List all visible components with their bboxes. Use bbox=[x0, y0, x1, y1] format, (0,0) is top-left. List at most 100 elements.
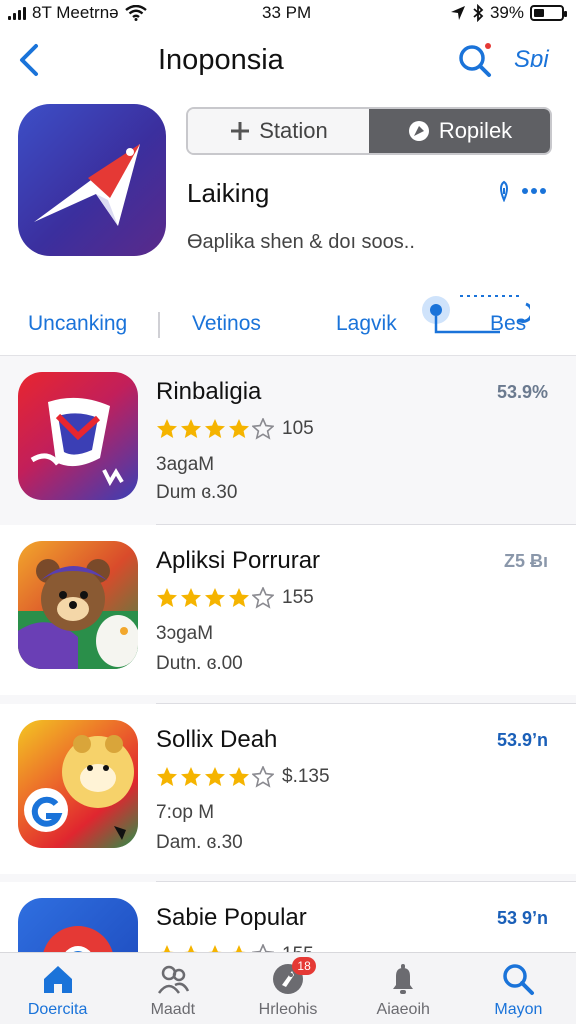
star-filled-icon bbox=[157, 767, 177, 786]
tabbar-label: Aiaeoih bbox=[376, 1001, 430, 1018]
rating-count: $.135 bbox=[282, 766, 330, 787]
app-icon-rinbaligia bbox=[18, 372, 138, 500]
app-icon-apliksi-porrurar bbox=[18, 541, 138, 669]
tab-bes[interactable]: Bes bbox=[490, 312, 526, 336]
chrome-icon bbox=[43, 926, 113, 952]
tabbar-item-maadt[interactable]: Maadt bbox=[115, 953, 230, 1024]
tabbar-item-hrleohis[interactable]: 18 Hrleohis bbox=[230, 953, 345, 1024]
app-meta-date: Dutn. ɞ.00 bbox=[156, 653, 243, 674]
star-filled-icon bbox=[157, 419, 177, 438]
star-filled-icon bbox=[184, 945, 198, 952]
people-icon bbox=[157, 965, 189, 994]
app-size: 53.9% bbox=[496, 382, 548, 402]
tabbar-item-mayon[interactable]: Mayon bbox=[461, 953, 576, 1024]
app-icon-sollix-deah bbox=[18, 720, 138, 848]
search-icon bbox=[503, 964, 535, 995]
battery-percent: 39% bbox=[489, 3, 524, 22]
tab-divider bbox=[158, 312, 160, 338]
app-meta-date: Dam. ɞ.30 bbox=[156, 832, 243, 853]
star-filled-icon bbox=[205, 767, 225, 786]
star-filled-icon bbox=[208, 945, 222, 952]
app-size: 53.9ʼn bbox=[496, 730, 548, 750]
notification-badge: 18 bbox=[292, 957, 316, 975]
star-outline-icon bbox=[252, 944, 274, 952]
list-item[interactable]: Apliksi Porrurar 155 3ɔgaM Dutn. ɞ.00 Z5… bbox=[0, 525, 576, 695]
featured-app-icon[interactable] bbox=[18, 104, 166, 256]
more-icon[interactable] bbox=[522, 188, 546, 194]
search-icon[interactable] bbox=[456, 40, 494, 80]
page-title: Inoponsia bbox=[158, 44, 284, 76]
list-item[interactable]: Sabie Popular 155 53 9ʼn bbox=[0, 882, 576, 952]
location-arrow-icon bbox=[450, 6, 465, 20]
star-filled-icon bbox=[181, 588, 201, 607]
app-meta-downloads: 7:op M bbox=[156, 802, 215, 823]
star-outline-icon bbox=[252, 766, 274, 788]
star-filled-icon bbox=[229, 767, 249, 786]
plus-icon bbox=[231, 122, 250, 140]
tabbar-item-aiaeoih[interactable]: Aiaeoih bbox=[346, 953, 461, 1024]
back-chevron-icon[interactable] bbox=[14, 40, 44, 80]
tabbar-label: Hrleohis bbox=[258, 1001, 318, 1018]
cart-icon bbox=[30, 397, 124, 487]
segment-station-label: Station bbox=[259, 118, 328, 143]
app-name: Sollix Deah bbox=[156, 726, 278, 753]
tab-uncanking[interactable]: Uncanking bbox=[28, 312, 127, 336]
rating-count: 155 bbox=[282, 587, 314, 608]
compass-icon bbox=[408, 121, 429, 141]
star-filled-icon bbox=[181, 419, 201, 438]
segment-ropilek-label: Ropilek bbox=[438, 118, 513, 143]
star-filled-icon bbox=[229, 588, 249, 607]
featured-app-name: Laiking bbox=[187, 178, 270, 208]
segmented-control: Station Ropilek bbox=[186, 107, 552, 155]
paper-plane-icon bbox=[34, 144, 140, 226]
app-meta-date: Dum ɞ.30 bbox=[156, 482, 238, 503]
status-bar: 8T Meetrnə 33 PM 39% bbox=[0, 0, 576, 26]
app-size: 53 9ʼn bbox=[496, 908, 548, 928]
shield-icon[interactable] bbox=[496, 180, 512, 202]
carrier-label: 8T Meetrnə bbox=[32, 3, 119, 22]
status-left: 8T Meetrnə bbox=[8, 3, 147, 23]
app-meta-downloads: 3agaM bbox=[156, 454, 215, 475]
segment-ropilek[interactable]: Ropilek bbox=[369, 109, 550, 153]
google-g-icon bbox=[24, 735, 134, 840]
battery-icon bbox=[530, 5, 567, 21]
rating-stars: $.135 bbox=[156, 766, 330, 788]
rating-count: 105 bbox=[282, 418, 314, 439]
star-filled-icon bbox=[181, 767, 201, 786]
app-name: Apliksi Porrurar bbox=[156, 547, 321, 574]
rating-stars: 155 bbox=[156, 587, 314, 609]
rating-stars: 105 bbox=[156, 418, 314, 440]
app-name: Rinbaligia bbox=[156, 378, 262, 405]
list-item[interactable]: Rinbaligia 105 3agaM Dum ɞ.30 53.9% bbox=[0, 356, 576, 526]
navigation-bar: Inoponsia Sɒi bbox=[0, 34, 576, 88]
wifi-icon bbox=[124, 5, 147, 21]
nav-right-link[interactable]: Sɒi bbox=[514, 46, 549, 74]
tabbar-label: Mayon bbox=[494, 1001, 543, 1018]
featured-app-subtitle: Ɵaplika shen & doı soos.. bbox=[187, 231, 415, 253]
tabbar-item-doercita[interactable]: Doercita bbox=[0, 953, 115, 1024]
star-filled-icon bbox=[205, 419, 225, 438]
tab-lagvik[interactable]: Lagvik bbox=[336, 312, 397, 336]
segment-station[interactable]: Station bbox=[188, 109, 369, 153]
app-size: Z5 Ƀı bbox=[503, 551, 548, 571]
featured-app-actions bbox=[496, 180, 546, 202]
app-name: Sabie Popular bbox=[156, 904, 307, 931]
status-right: 39% bbox=[450, 3, 567, 23]
app-icon-sabie-popular bbox=[18, 898, 138, 952]
star-outline-icon bbox=[252, 418, 274, 440]
signal-icon bbox=[8, 6, 26, 20]
status-time: 33 PM bbox=[262, 3, 312, 22]
star-filled-icon bbox=[157, 588, 177, 607]
bear-mascot-icon bbox=[18, 559, 138, 669]
app-meta-downloads: 3ɔgaM bbox=[156, 623, 214, 644]
category-tabs: Uncanking Vetinos Lagvik Bes bbox=[0, 290, 576, 356]
list-item[interactable]: Sollix Deah $.135 7:op M Dam. ɞ.30 53.9ʼ… bbox=[0, 704, 576, 874]
house-icon bbox=[43, 966, 72, 993]
tabbar-label: Maadt bbox=[150, 1001, 196, 1018]
rating-stars: 155 bbox=[156, 944, 314, 952]
bell-icon bbox=[393, 964, 414, 994]
tab-vetinos[interactable]: Vetinos bbox=[192, 312, 261, 336]
rating-count: 155 bbox=[282, 944, 314, 952]
star-filled-icon bbox=[232, 945, 246, 952]
star-outline-icon bbox=[252, 587, 274, 609]
